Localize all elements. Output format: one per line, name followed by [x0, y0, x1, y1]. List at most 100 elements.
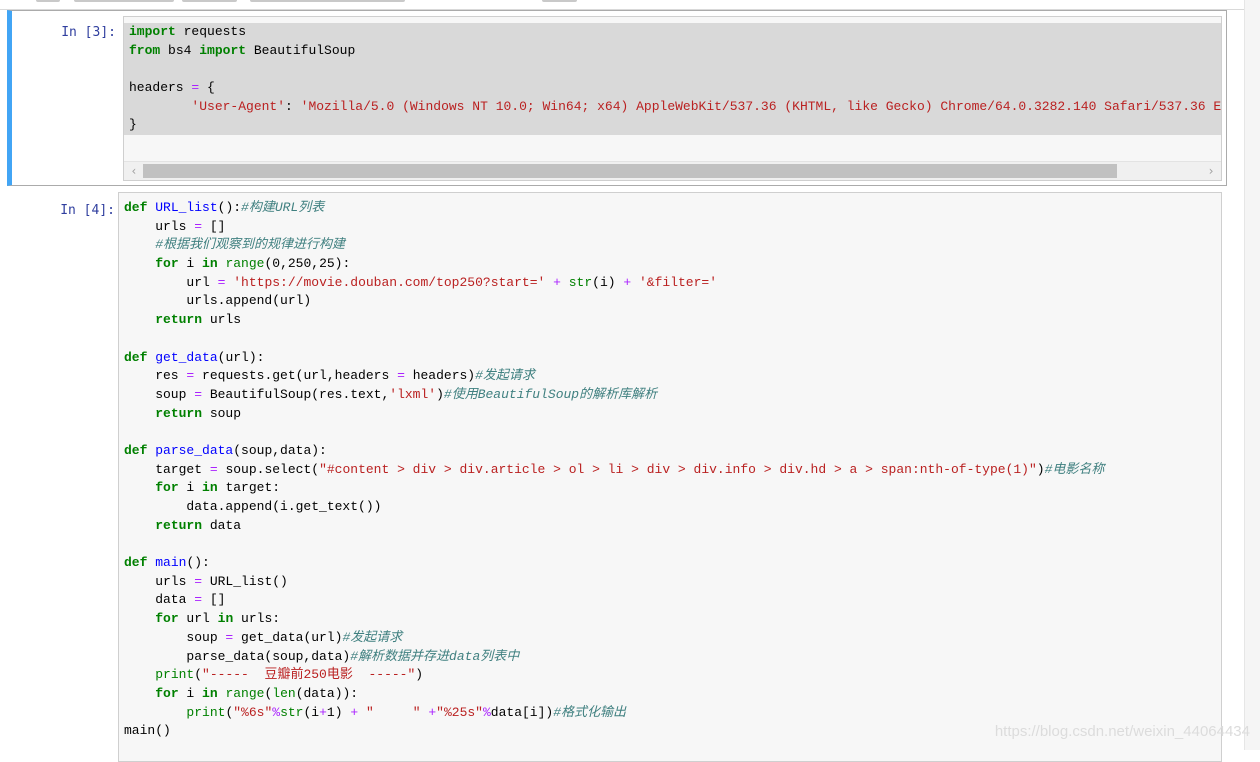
code-line: parse_data(soup,data)#解析数据并存进data列表中 [124, 648, 1104, 667]
code-token: from [129, 42, 161, 58]
code-token: (i) [592, 274, 624, 290]
code-input[interactable]: import requests from bs4 import Beautiful… [123, 16, 1222, 181]
code-text[interactable]: def URL_list():#构建URL列表 urls = [] #根据我们观… [124, 199, 1104, 741]
code-line: for i in range(len(data)): [124, 685, 1104, 704]
code-token: import [199, 42, 247, 58]
code-token: ) [1036, 461, 1045, 477]
code-token: #发起请求 [342, 629, 403, 645]
code-token: range [225, 685, 265, 701]
code-token: BeautifulSoup [246, 42, 356, 58]
code-token: urls [202, 312, 242, 328]
code-token: (): [186, 555, 210, 571]
code-token: return [155, 405, 203, 421]
code-token: [] [202, 218, 226, 234]
code-token: main [155, 555, 187, 571]
toolbar-button-edge[interactable] [36, 0, 60, 2]
horizontal-scrollbar[interactable]: ‹ › [124, 161, 1221, 180]
toolbar-button-edge[interactable] [182, 0, 237, 2]
code-text[interactable]: import requests from bs4 import Beautiful… [124, 23, 1221, 136]
code-token: url [178, 611, 218, 627]
code-token: (0,250,25): [264, 256, 351, 272]
code-token: import [129, 24, 176, 39]
code-line: return data [124, 517, 1104, 536]
code-token: for [155, 480, 179, 496]
code-token: def [124, 442, 148, 458]
scroll-right-icon[interactable]: › [1204, 164, 1218, 178]
toolbar-button-edge[interactable] [74, 0, 174, 2]
code-token: print [155, 667, 195, 683]
code-token: get_data [155, 349, 218, 365]
code-line: soup = BeautifulSoup(res.text,'lxml')#使用… [124, 386, 1104, 405]
code-token: URL_list [155, 200, 218, 215]
code-token: soup [202, 405, 242, 421]
code-line: #根据我们观察到的规律进行构建 [124, 236, 1104, 255]
code-token: ) [436, 386, 444, 402]
code-cell[interactable]: In [4]: def URL_list():#构建URL列表 urls = [… [7, 189, 1227, 762]
code-line: urls.append(url) [124, 292, 1104, 311]
code-token: = [194, 386, 203, 402]
code-line: print("%6s"%str(i+1) + " " +"%25s"%data[… [124, 704, 1104, 723]
code-token: = [209, 461, 218, 477]
code-token: i [178, 480, 203, 496]
code-token: : [285, 98, 301, 114]
scroll-left-icon[interactable]: ‹ [127, 164, 141, 178]
code-token: (data)): [295, 685, 359, 701]
cell-prompt: In [4]: [60, 203, 115, 218]
code-token: def [124, 555, 148, 571]
code-token: + [428, 704, 437, 720]
code-token: return [155, 312, 203, 328]
code-input[interactable]: def URL_list():#构建URL列表 urls = [] #根据我们观… [118, 192, 1222, 762]
code-token: get_data(url) [233, 629, 343, 645]
code-token: urls.append(url) [124, 293, 312, 309]
code-line: for i in target: [124, 479, 1104, 498]
code-line: 'User-Agent': 'Mozilla/5.0 (Windows NT 1… [129, 98, 1221, 117]
code-cell-selected[interactable]: In [3]: import requests from bs4 import B… [7, 10, 1227, 186]
code-token: #发起请求 [475, 368, 535, 384]
code-line: headers = { [129, 79, 1221, 98]
code-token: #解析数据并存进data列表中 [350, 648, 520, 664]
code-token: data.append(i.get_text()) [124, 499, 382, 514]
code-token: = [397, 368, 405, 384]
code-token: return [155, 517, 203, 533]
code-token: urls [124, 218, 195, 234]
code-token: % [482, 704, 491, 720]
code-token: data[i]) [490, 704, 554, 720]
toolbar-button-edge[interactable] [542, 0, 577, 2]
code-token: URL_list() [202, 573, 288, 589]
code-token: target: [217, 480, 281, 496]
code-token: i [178, 685, 203, 701]
code-token: #格式化输出 [553, 704, 627, 720]
scrollbar-thumb[interactable] [143, 164, 1117, 178]
code-token: soup.select( [217, 461, 320, 477]
code-line: for i in range(0,250,25): [124, 255, 1104, 274]
code-line: print("----- 豆瓣前250电影 -----") [124, 666, 1104, 685]
code-token: 'https://movie.douban.com/top250?start=' [233, 274, 546, 290]
code-token: main() [124, 723, 171, 739]
code-token: = [194, 218, 203, 234]
toolbar-button-edge[interactable] [250, 0, 405, 2]
code-token: 'lxml' [389, 386, 437, 402]
code-token: in [202, 256, 218, 272]
code-line: from bs4 import BeautifulSoup [129, 42, 1221, 61]
code-token: soup [124, 386, 195, 402]
code-line: urls = [] [124, 218, 1104, 237]
page-vertical-scrollbar[interactable] [1244, 0, 1260, 750]
code-token: i [178, 256, 203, 272]
code-token: [] [202, 592, 226, 608]
cell-prompt: In [3]: [61, 25, 116, 40]
code-token: + [553, 274, 561, 290]
code-token: url [124, 274, 218, 290]
code-token: in [202, 685, 218, 701]
code-token: { [199, 80, 215, 96]
code-token: (url): [217, 349, 265, 365]
code-token: = [194, 573, 203, 589]
code-token: ( [194, 667, 203, 683]
